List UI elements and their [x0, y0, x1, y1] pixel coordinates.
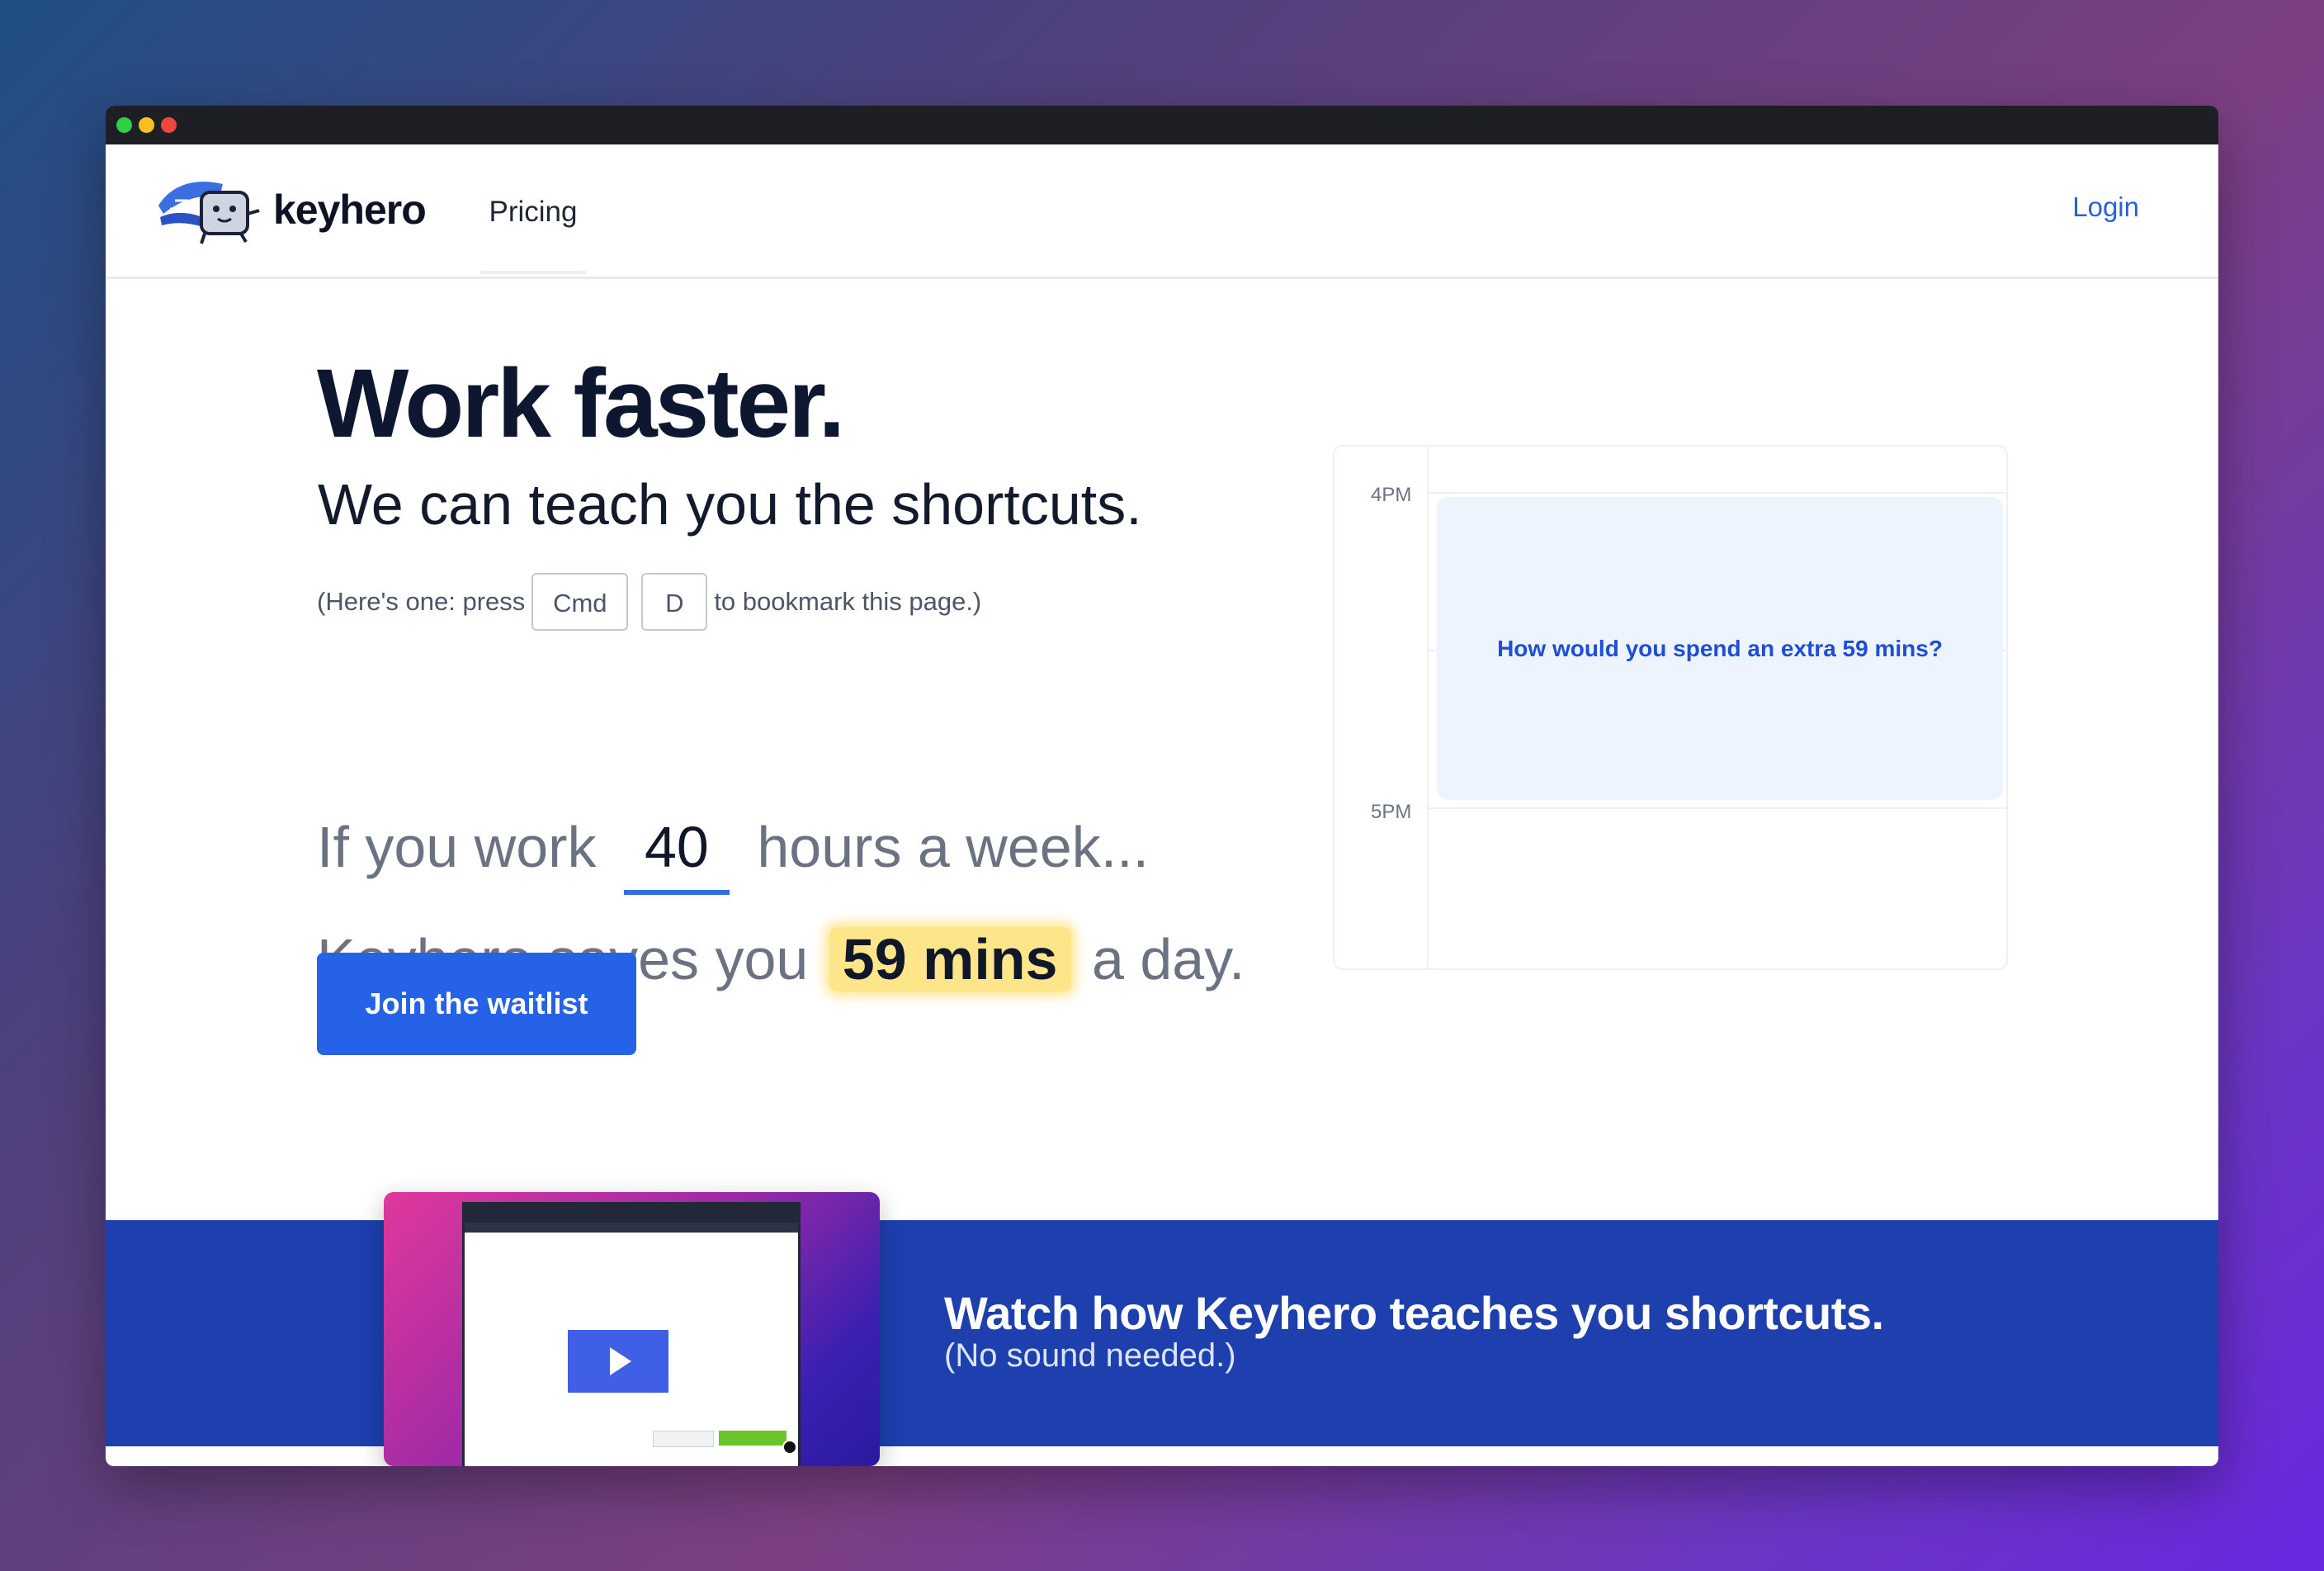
play-icon	[610, 1347, 631, 1375]
shortcut-hint: (Here's one: press Cmd D to bookmark thi…	[317, 572, 981, 632]
video-section-subtitle: (No sound needed.)	[944, 1337, 1236, 1374]
calc-prefix: If you work	[317, 815, 597, 879]
keycap-d: D	[641, 573, 708, 631]
calendar-event-title: How would you spend an extra 59 mins?	[1497, 635, 1943, 661]
nav-link-pricing[interactable]: Pricing	[480, 144, 586, 274]
window-titlebar	[106, 106, 2218, 144]
brand-name[interactable]: keyhero	[273, 186, 427, 234]
keycap-cmd: Cmd	[531, 573, 629, 631]
hero-subtitle: We can teach you the shortcuts.	[318, 472, 1142, 537]
calendar-hour-line	[1427, 807, 2006, 809]
video-browser-urlbar	[465, 1223, 798, 1233]
calc-suffix: hours a week...	[757, 815, 1150, 879]
hint-suffix: to bookmark this page.)	[714, 587, 982, 616]
hint-prefix: (Here's one: press	[317, 587, 526, 616]
savings-highlight: 59 mins	[829, 927, 1071, 991]
video-secondary-button	[653, 1431, 714, 1447]
calendar-preview: 4PM 5PM How would you spend an extra 59 …	[1333, 445, 2008, 970]
video-primary-button	[719, 1431, 786, 1446]
calendar-time-5pm: 5PM	[1371, 801, 1412, 823]
window-minimize-button[interactable]	[139, 117, 154, 133]
video-section-title: Watch how Keyhero teaches you shortcuts.	[944, 1287, 1884, 1339]
calendar-hour-line	[1427, 492, 2006, 494]
browser-window: keyhero Pricing Login Work faster. We ca…	[106, 106, 2218, 1466]
top-navigation: keyhero Pricing Login	[106, 144, 2218, 279]
login-link[interactable]: Login	[2072, 192, 2139, 223]
hours-input[interactable]	[623, 814, 730, 895]
window-maximize-button[interactable]	[116, 117, 132, 133]
calendar-event[interactable]: How would you spend an extra 59 mins?	[1437, 497, 2003, 800]
video-preview-screen	[462, 1202, 801, 1466]
calendar-time-4pm: 4PM	[1371, 484, 1412, 506]
video-play-button[interactable]	[568, 1330, 668, 1393]
hours-calculator: If you work hours a week...	[317, 814, 1149, 895]
join-waitlist-button[interactable]: Join the waitlist	[317, 953, 636, 1055]
video-cursor-icon	[782, 1440, 797, 1455]
calendar-time-divider	[1427, 447, 1429, 968]
demo-video-thumbnail[interactable]	[384, 1192, 880, 1466]
window-close-button[interactable]	[161, 117, 177, 133]
keyhero-mascot-icon[interactable]	[155, 168, 262, 247]
video-browser-tabbar	[465, 1204, 798, 1223]
result-suffix: a day.	[1091, 927, 1245, 991]
hero-title: Work faster.	[317, 349, 845, 458]
